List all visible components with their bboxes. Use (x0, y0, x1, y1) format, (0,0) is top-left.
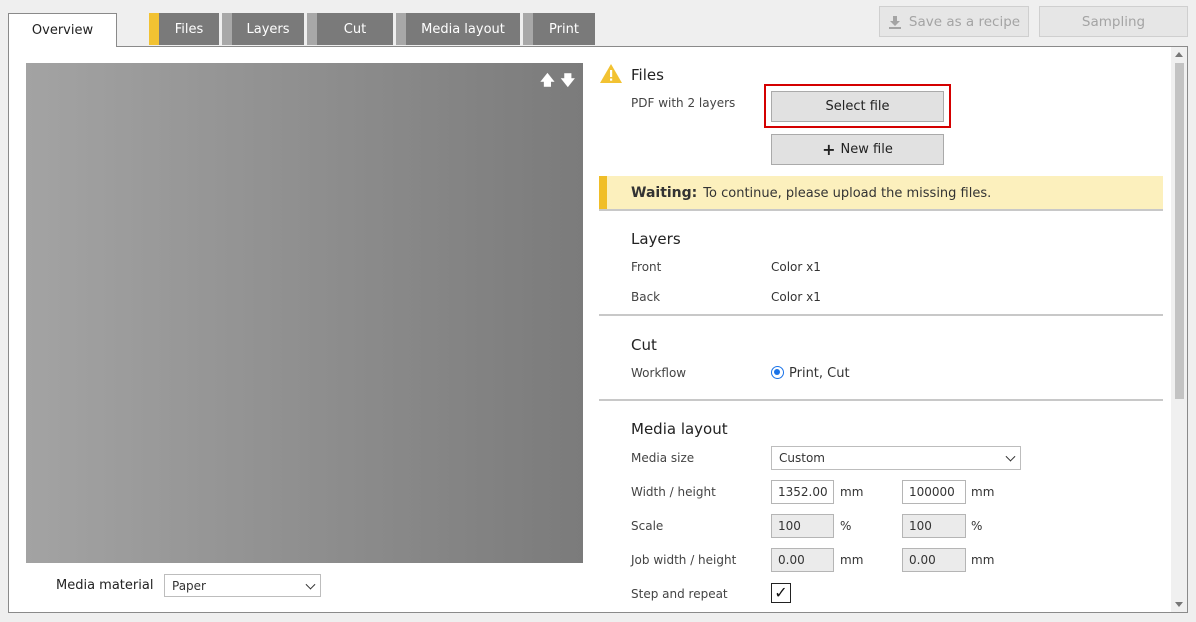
check-icon: ✓ (774, 583, 788, 602)
tab-cut[interactable]: Cut (307, 13, 393, 45)
new-file-button[interactable]: + New file (771, 134, 944, 165)
back-value: Color x1 (771, 290, 821, 304)
tab-status-strip (396, 13, 406, 45)
section-divider (599, 399, 1163, 401)
vertical-scrollbar[interactable] (1171, 47, 1187, 612)
layers-section-title: Layers (631, 230, 681, 248)
tab-cut-label: Cut (343, 21, 367, 37)
media-size-value: Custom (779, 451, 825, 465)
download-icon (888, 15, 901, 29)
overview-panel: 🡅 🡇 Media material Paper Files PDF with … (8, 46, 1188, 613)
unit-percent: % (840, 519, 852, 533)
waiting-banner: Waiting: To continue, please upload the … (599, 176, 1163, 210)
files-section-title: Files (631, 66, 664, 84)
step-and-repeat-label: Step and repeat (631, 587, 728, 601)
tab-overview[interactable]: Overview (8, 13, 117, 47)
sampling-label: Sampling (1081, 13, 1146, 30)
tab-status-strip (149, 13, 159, 45)
job-height-input[interactable]: 0.00 (902, 548, 966, 572)
unit-mm: mm (971, 485, 995, 499)
tab-overview-label: Overview (31, 23, 94, 38)
plus-icon: + (822, 140, 836, 159)
back-label: Back (631, 290, 661, 304)
cut-section-title: Cut (631, 336, 657, 354)
media-height-input[interactable]: 100000 (902, 480, 966, 504)
workflow-value: Print, Cut (789, 366, 850, 381)
save-as-recipe-button[interactable]: Save as a recipe (879, 6, 1029, 37)
media-layout-section-title: Media layout (631, 420, 728, 438)
tab-layers[interactable]: Layers (222, 13, 304, 45)
media-material-value: Paper (172, 578, 206, 593)
job-width-input[interactable]: 0.00 (771, 548, 834, 572)
waiting-label: Waiting: (631, 185, 698, 201)
tab-media-layout[interactable]: Media layout (396, 13, 520, 45)
arrow-up-icon[interactable]: 🡅 (540, 70, 554, 94)
section-divider (599, 209, 1163, 211)
files-description: PDF with 2 layers (631, 96, 736, 110)
scroll-thumb[interactable] (1175, 63, 1184, 399)
new-file-label: New file (840, 142, 893, 157)
chevron-down-icon (305, 579, 316, 590)
width-height-label: Width / height (631, 485, 716, 499)
unit-mm: mm (971, 553, 995, 567)
media-size-label: Media size (631, 451, 695, 465)
tab-layers-label: Layers (246, 21, 290, 37)
scale-y-input[interactable]: 100 (902, 514, 966, 538)
tab-files-label: Files (174, 21, 204, 37)
tab-status-strip (307, 13, 317, 45)
tab-status-strip (222, 13, 232, 45)
warning-icon (600, 64, 622, 83)
scale-x-input[interactable]: 100 (771, 514, 834, 538)
step-and-repeat-checkbox[interactable]: ✓ (771, 583, 791, 603)
tab-print[interactable]: Print (523, 13, 595, 45)
tab-status-strip (523, 13, 533, 45)
front-label: Front (631, 260, 662, 274)
save-as-recipe-label: Save as a recipe (908, 13, 1021, 30)
chevron-down-icon (1005, 451, 1016, 462)
workflow-label: Workflow (631, 366, 687, 380)
scroll-down-icon[interactable] (1175, 602, 1183, 607)
tab-media-layout-label: Media layout (421, 21, 505, 37)
sampling-button[interactable]: Sampling (1039, 6, 1188, 37)
media-material-label: Media material (56, 578, 154, 593)
job-preview: 🡅 🡇 (26, 63, 583, 563)
waiting-message: To continue, please upload the missing f… (703, 185, 992, 201)
job-width-height-label: Job width / height (631, 553, 737, 567)
flip-controls: 🡅 🡇 (540, 70, 575, 94)
tab-files[interactable]: Files (149, 13, 219, 45)
section-divider (599, 314, 1163, 316)
media-material-select[interactable]: Paper (164, 574, 321, 597)
media-size-select[interactable]: Custom (771, 446, 1021, 470)
media-width-input[interactable]: 1352.00 (771, 480, 834, 504)
select-file-button[interactable]: Select file (771, 91, 944, 122)
select-file-label: Select file (825, 99, 890, 114)
arrow-down-icon[interactable]: 🡇 (561, 70, 575, 94)
unit-mm: mm (840, 485, 864, 499)
scale-label: Scale (631, 519, 664, 533)
job-summary: Files PDF with 2 layers Select file + Ne… (599, 47, 1165, 612)
workflow-radio[interactable] (771, 366, 784, 379)
scroll-up-icon[interactable] (1175, 52, 1183, 57)
front-value: Color x1 (771, 260, 821, 274)
unit-mm: mm (840, 553, 864, 567)
tab-print-label: Print (549, 21, 579, 37)
unit-percent: % (971, 519, 983, 533)
